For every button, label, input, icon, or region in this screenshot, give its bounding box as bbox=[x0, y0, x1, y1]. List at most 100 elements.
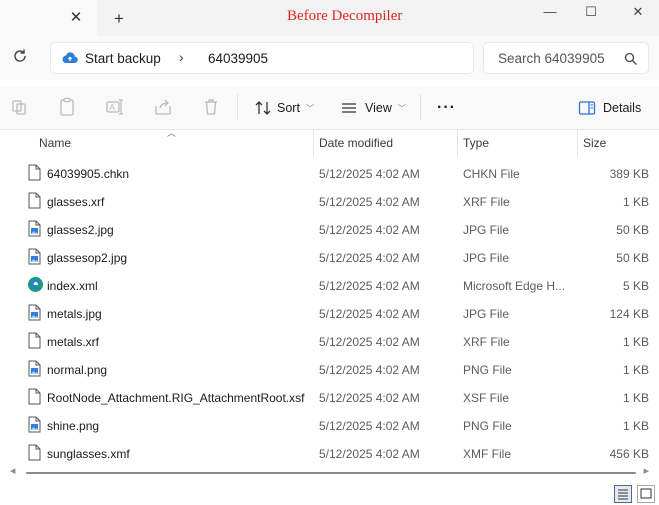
tiles-view-toggle[interactable] bbox=[637, 485, 655, 503]
toolbar-divider bbox=[420, 94, 421, 120]
file-name: index.xml bbox=[47, 279, 98, 293]
file-row[interactable]: metals.jpg 5/12/2025 4:02 AM JPG File 12… bbox=[0, 299, 659, 327]
file-row[interactable]: glasses.xrf 5/12/2025 4:02 AM XRF File 1… bbox=[0, 187, 659, 215]
column-header-row: ︿ Name Date modified Type Size bbox=[0, 128, 659, 157]
search-icon bbox=[624, 52, 637, 65]
more-options-button[interactable]: ··· bbox=[437, 96, 456, 120]
horizontal-scrollbar[interactable]: ◀ ▶ bbox=[8, 468, 651, 476]
details-pane-button[interactable]: Details bbox=[578, 96, 641, 120]
scroll-left-icon[interactable]: ◀ bbox=[10, 467, 15, 475]
address-bar[interactable]: Start backup › 64039905 bbox=[50, 42, 474, 74]
file-name: 64039905.chkn bbox=[47, 167, 130, 181]
chevron-down-icon: ﹀ bbox=[397, 103, 406, 113]
details-view-toggle[interactable] bbox=[614, 485, 632, 503]
command-bar: A Sort ﹀ View ﹀ ··· Details bbox=[0, 86, 659, 130]
delete-icon[interactable] bbox=[201, 97, 221, 117]
window-title: Before Decompiler bbox=[287, 8, 403, 24]
file-size: 1 KB bbox=[622, 391, 649, 405]
minimize-button[interactable]: — bbox=[538, 2, 562, 22]
file-type: PNG File bbox=[463, 419, 512, 433]
details-pane-icon bbox=[578, 101, 596, 115]
scrollbar-thumb[interactable] bbox=[26, 472, 636, 474]
file-row[interactable]: RootNode_Attachment.RIG_AttachmentRoot.x… bbox=[0, 383, 659, 411]
file-name: shine.png bbox=[47, 419, 100, 433]
column-header-name[interactable]: Name bbox=[39, 136, 71, 150]
file-icon bbox=[27, 444, 42, 461]
file-row[interactable]: metals.xrf 5/12/2025 4:02 AM XRF File 1 … bbox=[0, 327, 659, 355]
file-row[interactable]: 64039905.chkn 5/12/2025 4:02 AM CHKN Fil… bbox=[0, 159, 659, 187]
share-icon[interactable] bbox=[153, 97, 173, 117]
file-type: XSF File bbox=[463, 391, 510, 405]
maximize-button[interactable]: ☐ bbox=[579, 2, 603, 22]
column-divider[interactable] bbox=[313, 130, 314, 157]
file-row[interactable]: index.xml 5/12/2025 4:02 AM Microsoft Ed… bbox=[0, 271, 659, 299]
column-header-date[interactable]: Date modified bbox=[319, 136, 393, 150]
file-name: sunglasses.xmf bbox=[47, 447, 130, 461]
file-type: XMF File bbox=[463, 447, 511, 461]
file-size: 389 KB bbox=[609, 167, 649, 181]
new-tab-button[interactable]: + bbox=[108, 8, 130, 30]
file-date: 5/12/2025 4:02 AM bbox=[319, 447, 420, 461]
file-date: 5/12/2025 4:02 AM bbox=[319, 195, 420, 209]
file-date: 5/12/2025 4:02 AM bbox=[319, 279, 420, 293]
address-row: Start backup › 64039905 Search 64039905 bbox=[0, 36, 659, 80]
file-date: 5/12/2025 4:02 AM bbox=[319, 419, 420, 433]
file-type: JPG File bbox=[463, 223, 510, 237]
view-icon bbox=[342, 103, 356, 113]
file-icon bbox=[27, 388, 42, 405]
close-tab-button[interactable]: ✕ bbox=[66, 8, 86, 28]
image-file-icon bbox=[27, 360, 42, 377]
sort-ascending-icon: ︿ bbox=[167, 128, 177, 138]
file-name: RootNode_Attachment.RIG_AttachmentRoot.x… bbox=[47, 391, 305, 405]
file-size: 1 KB bbox=[622, 363, 649, 377]
file-name: glasses.xrf bbox=[47, 195, 105, 209]
column-divider[interactable] bbox=[577, 130, 578, 157]
breadcrumb-current-folder[interactable]: 64039905 bbox=[208, 51, 268, 66]
tab-current[interactable]: ✕ bbox=[0, 0, 97, 36]
file-type: CHKN File bbox=[463, 167, 520, 181]
file-row[interactable]: glassesop2.jpg 5/12/2025 4:02 AM JPG Fil… bbox=[0, 243, 659, 271]
file-size: 1 KB bbox=[622, 335, 649, 349]
file-name: metals.xrf bbox=[47, 335, 100, 349]
search-input[interactable]: Search 64039905 bbox=[483, 42, 649, 74]
file-date: 5/12/2025 4:02 AM bbox=[319, 223, 420, 237]
file-icon bbox=[27, 332, 42, 349]
file-date: 5/12/2025 4:02 AM bbox=[319, 251, 420, 265]
sort-icon bbox=[255, 101, 271, 115]
breadcrumb-start-backup[interactable]: Start backup bbox=[85, 51, 161, 66]
file-size: 1 KB bbox=[622, 419, 649, 433]
file-name: glasses2.jpg bbox=[47, 223, 114, 237]
file-name: glassesop2.jpg bbox=[47, 251, 128, 265]
sort-button[interactable]: Sort ﹀ bbox=[254, 96, 314, 120]
close-window-button[interactable]: ✕ bbox=[626, 2, 650, 22]
file-date: 5/12/2025 4:02 AM bbox=[319, 363, 420, 377]
sort-label: Sort bbox=[277, 101, 300, 115]
scroll-right-icon[interactable]: ▶ bbox=[644, 467, 649, 475]
file-row[interactable]: glasses2.jpg 5/12/2025 4:02 AM JPG File … bbox=[0, 215, 659, 243]
image-file-icon bbox=[27, 220, 42, 237]
view-button[interactable]: View ﹀ bbox=[340, 96, 406, 120]
cut-icon[interactable] bbox=[9, 97, 29, 117]
column-divider[interactable] bbox=[457, 130, 458, 157]
file-type: JPG File bbox=[463, 307, 510, 321]
file-icon bbox=[27, 164, 42, 181]
refresh-button[interactable] bbox=[9, 48, 31, 70]
file-row[interactable]: normal.png 5/12/2025 4:02 AM PNG File 1 … bbox=[0, 355, 659, 383]
file-size: 1 KB bbox=[622, 195, 649, 209]
file-row[interactable]: shine.png 5/12/2025 4:02 AM PNG File 1 K… bbox=[0, 411, 659, 439]
file-row[interactable]: sunglasses.xmf 5/12/2025 4:02 AM XMF Fil… bbox=[0, 439, 659, 467]
view-label: View bbox=[365, 101, 392, 115]
copy-icon[interactable] bbox=[57, 97, 77, 117]
file-type: PNG File bbox=[463, 363, 512, 377]
image-file-icon bbox=[27, 304, 42, 321]
file-size: 124 KB bbox=[609, 307, 649, 321]
column-header-type[interactable]: Type bbox=[463, 136, 489, 150]
file-size: 50 KB bbox=[616, 223, 649, 237]
image-file-icon bbox=[27, 248, 42, 265]
column-header-size[interactable]: Size bbox=[583, 136, 606, 150]
breadcrumb-chevron-icon[interactable]: › bbox=[179, 49, 184, 65]
file-date: 5/12/2025 4:02 AM bbox=[319, 391, 420, 405]
rename-icon[interactable]: A bbox=[105, 97, 125, 117]
details-label: Details bbox=[603, 101, 642, 115]
image-file-icon bbox=[27, 416, 42, 433]
